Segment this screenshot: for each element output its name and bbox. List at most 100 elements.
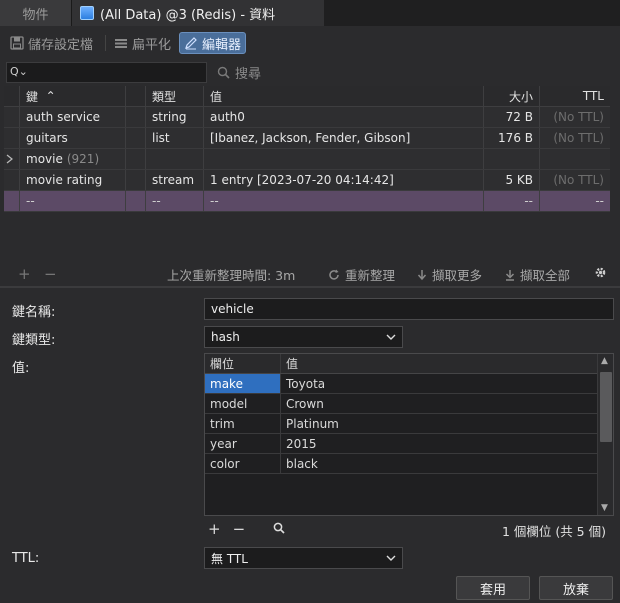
- field-value-cell[interactable]: Toyota: [281, 374, 596, 393]
- row-ttl: --: [540, 191, 610, 211]
- ttl-select[interactable]: 無 TTL: [204, 547, 403, 569]
- search-button[interactable]: 搜尋: [217, 63, 261, 82]
- row-expand: [4, 107, 20, 127]
- header-size-label: 大小: [508, 89, 533, 104]
- search-options-icon[interactable]: Q⌄: [10, 65, 28, 78]
- field-name: year: [210, 436, 237, 451]
- header-field-name[interactable]: 欄位: [205, 354, 281, 373]
- header-ttl[interactable]: TTL: [540, 86, 610, 106]
- row-blank: [126, 107, 146, 127]
- ttl-label: TTL:: [12, 551, 40, 566]
- table-header: 鍵 ⌃ 類型 值 大小 TTL: [4, 86, 610, 107]
- key-name-value: vehicle: [211, 302, 254, 316]
- key-name-label: 鍵名稱:: [12, 305, 56, 320]
- tab-label: (All Data) @3 (Redis) - 資料: [100, 7, 276, 23]
- table-row-group[interactable]: movie (921): [4, 149, 610, 170]
- header-expand: [4, 86, 20, 106]
- search-input[interactable]: [6, 61, 207, 83]
- gear-icon[interactable]: [594, 266, 607, 279]
- tab-label: 物件: [22, 7, 49, 23]
- sort-ascending-icon: ⌃: [45, 89, 56, 103]
- flatten-button[interactable]: 扁平化: [110, 32, 175, 54]
- field-row[interactable]: make Toyota: [205, 374, 613, 394]
- editor-button[interactable]: 編輯器: [179, 32, 247, 54]
- row-size: 72 B: [484, 107, 540, 127]
- row-blank: [126, 128, 146, 148]
- value-text: [Ibanez, Jackson, Fender, Gibson]: [210, 131, 411, 145]
- type-text: stream: [152, 173, 195, 187]
- field-value-cell[interactable]: 2015: [281, 434, 596, 453]
- discard-button[interactable]: 放棄: [539, 576, 613, 600]
- refresh-button[interactable]: 重新整理: [328, 265, 395, 284]
- tab-objects[interactable]: 物件: [0, 0, 72, 26]
- row-key: --: [20, 191, 126, 211]
- header-field-value[interactable]: 值: [281, 354, 596, 373]
- row-type: list: [146, 128, 204, 148]
- hash-field-grid: 欄位 值 make Toyota model Crown trim Platin…: [204, 353, 614, 516]
- add-field-button[interactable]: +: [208, 520, 221, 538]
- remove-field-button[interactable]: −: [233, 520, 246, 538]
- field-value-cell[interactable]: black: [281, 454, 596, 473]
- plus-icon: +: [18, 265, 31, 283]
- field-row[interactable]: color black: [205, 454, 613, 474]
- scroll-up-icon[interactable]: ▲: [601, 356, 608, 366]
- header-key[interactable]: 鍵 ⌃: [20, 86, 126, 106]
- header-value[interactable]: 值: [204, 86, 484, 106]
- remove-key-button[interactable]: −: [44, 265, 57, 283]
- fetch-more-button[interactable]: 擷取更多: [417, 265, 482, 284]
- ttl-text: (No TTL): [553, 173, 604, 187]
- key-type-select[interactable]: hash: [204, 326, 403, 348]
- header-field-value-label: 值: [286, 357, 299, 371]
- field-name-cell[interactable]: make: [205, 374, 281, 393]
- header-size[interactable]: 大小: [484, 86, 540, 106]
- field-name: trim: [210, 416, 235, 431]
- tab-data[interactable]: (All Data) @3 (Redis) - 資料: [72, 0, 324, 26]
- field-grid-tools: + −: [208, 520, 297, 538]
- save-profile-label: 儲存設定檔: [28, 37, 94, 53]
- table-row[interactable]: guitars list [Ibanez, Jackson, Fender, G…: [4, 128, 610, 149]
- field-grid-header: 欄位 值: [205, 354, 613, 374]
- field-value-cell[interactable]: Crown: [281, 394, 596, 413]
- key-text: movie: [26, 152, 63, 166]
- field-name: make: [210, 376, 243, 391]
- row-expand: [4, 170, 20, 190]
- edit-icon: [185, 37, 197, 50]
- field-row[interactable]: model Crown: [205, 394, 613, 414]
- scroll-down-icon[interactable]: ▼: [601, 503, 608, 513]
- field-grid-scrollbar[interactable]: ▲ ▼: [597, 354, 613, 515]
- table-row[interactable]: auth service string auth0 72 B (No TTL): [4, 107, 610, 128]
- field-row[interactable]: trim Platinum: [205, 414, 613, 434]
- field-name-cell[interactable]: color: [205, 454, 281, 473]
- search-button-label: 搜尋: [235, 66, 262, 82]
- apply-button[interactable]: 套用: [456, 576, 530, 600]
- field-row[interactable]: year 2015: [205, 434, 613, 454]
- keys-table: 鍵 ⌃ 類型 值 大小 TTL auth service string auth…: [4, 86, 610, 260]
- row-blank: [126, 149, 146, 169]
- row-value: 1 entry [2023-07-20 04:14:42]: [204, 170, 484, 190]
- row-size: 5 KB: [484, 170, 540, 190]
- field-name-cell[interactable]: year: [205, 434, 281, 453]
- row-size: 176 B: [484, 128, 540, 148]
- ttl-text: --: [595, 194, 604, 208]
- find-field-button[interactable]: [273, 520, 285, 538]
- field-name-cell[interactable]: trim: [205, 414, 281, 433]
- fetch-all-button[interactable]: 擷取全部: [505, 265, 570, 284]
- type-text: --: [152, 194, 161, 208]
- expand-arrow-icon[interactable]: [4, 149, 20, 169]
- table-row-selected[interactable]: -- -- -- -- --: [4, 191, 610, 212]
- table-icon: [80, 6, 94, 20]
- table-row[interactable]: movie rating stream 1 entry [2023-07-20 …: [4, 170, 610, 191]
- header-field-name-label: 欄位: [210, 357, 235, 371]
- size-text: --: [524, 194, 533, 208]
- key-name-input[interactable]: vehicle: [204, 298, 614, 320]
- field-name-cell[interactable]: model: [205, 394, 281, 413]
- status-bar: + − 上次重新整理時間: 3m 重新整理 擷取更多 擷取全部: [0, 262, 620, 284]
- add-key-button[interactable]: +: [18, 265, 31, 283]
- header-type[interactable]: 類型: [146, 86, 204, 106]
- header-type-label: 類型: [152, 89, 177, 104]
- key-editor: 鍵名稱: vehicle 鍵類型: hash 值: 欄位 值 make Toyo…: [0, 288, 620, 603]
- field-value-cell[interactable]: Platinum: [281, 414, 596, 433]
- save-profile-button[interactable]: 儲存設定檔: [6, 32, 97, 54]
- field-value: black: [286, 456, 318, 471]
- scrollbar-thumb[interactable]: [600, 372, 612, 442]
